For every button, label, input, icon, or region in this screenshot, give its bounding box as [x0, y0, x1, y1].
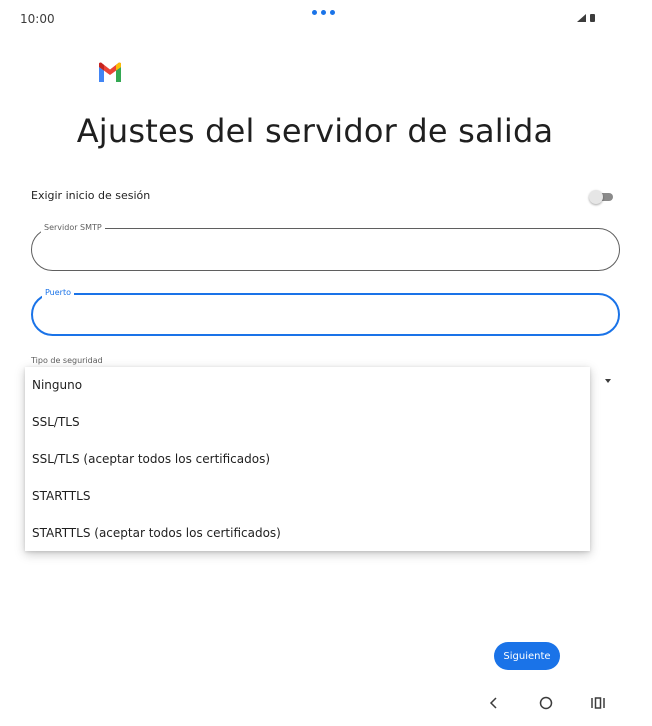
- port-input[interactable]: [45, 303, 609, 329]
- smtp-server-label: Servidor SMTP: [41, 222, 105, 234]
- menu-item-ssl-tls-all-certs[interactable]: SSL/TLS (aceptar todos los certificados): [25, 441, 590, 478]
- menu-item-ssl-tls[interactable]: SSL/TLS: [25, 404, 590, 441]
- page-title: Ajustes del servidor de salida: [76, 112, 554, 150]
- gmail-logo: [99, 62, 121, 82]
- navigation-bar: [0, 690, 652, 726]
- notification-dots-icon: [312, 10, 335, 15]
- port-field[interactable]: Puerto: [31, 287, 620, 336]
- next-button[interactable]: Siguiente: [494, 642, 560, 670]
- menu-item-starttls[interactable]: STARTTLS: [25, 478, 590, 515]
- security-type-menu: Ninguno SSL/TLS SSL/TLS (aceptar todos l…: [25, 367, 590, 551]
- status-bar: 10:00: [0, 0, 652, 36]
- status-time: 10:00: [20, 12, 55, 26]
- require-login-toggle[interactable]: [589, 190, 613, 204]
- smtp-server-input[interactable]: [44, 237, 608, 263]
- port-label: Puerto: [42, 287, 74, 299]
- menu-item-starttls-all-certs[interactable]: STARTTLS (aceptar todos los certificados…: [25, 515, 590, 552]
- require-login-label: Exigir inicio de sesión: [31, 189, 151, 202]
- security-type-label: Tipo de seguridad: [31, 356, 103, 365]
- menu-item-none[interactable]: Ninguno: [25, 367, 590, 404]
- smtp-server-field[interactable]: Servidor SMTP: [31, 222, 620, 271]
- signal-battery-icon: [577, 14, 595, 22]
- home-icon[interactable]: [539, 696, 553, 710]
- dropdown-arrow-icon[interactable]: [605, 379, 611, 383]
- back-icon[interactable]: [488, 695, 500, 711]
- recents-icon[interactable]: [590, 696, 606, 710]
